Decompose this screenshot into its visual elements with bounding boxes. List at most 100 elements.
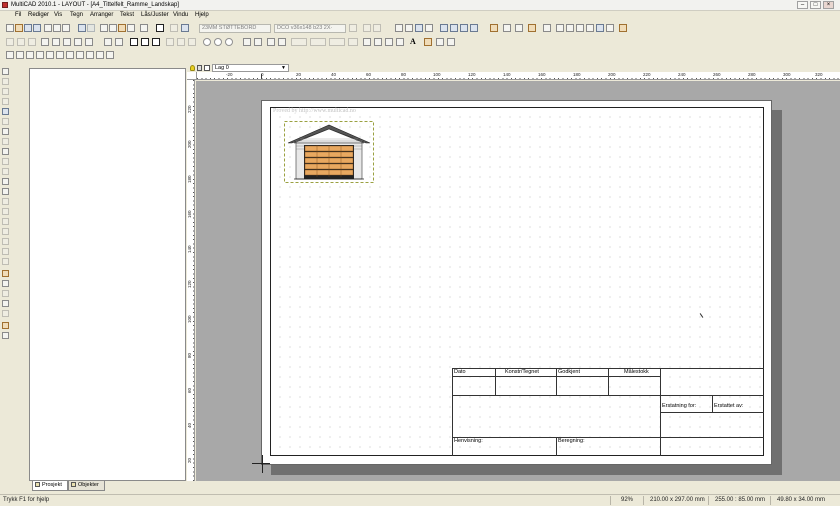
- app-icon[interactable]: [2, 2, 8, 8]
- rectangle-2-icon[interactable]: [141, 38, 149, 46]
- info-icon[interactable]: [170, 24, 178, 32]
- close-button[interactable]: ×: [823, 1, 834, 9]
- group-tool-icon[interactable]: [2, 208, 9, 215]
- object-5-icon[interactable]: [46, 51, 54, 59]
- star-icon[interactable]: [424, 38, 432, 46]
- object-icon[interactable]: [6, 51, 14, 59]
- paste-icon[interactable]: [118, 24, 126, 32]
- copy-icon[interactable]: [109, 24, 117, 32]
- object-2-icon[interactable]: [16, 51, 24, 59]
- paint-icon[interactable]: [528, 24, 536, 32]
- hatch-2-icon[interactable]: [374, 38, 382, 46]
- dimension-icon[interactable]: [291, 38, 307, 46]
- grid-2d-icon[interactable]: [373, 24, 381, 32]
- bezier-tool-icon[interactable]: [2, 98, 9, 105]
- move-right-icon[interactable]: [17, 38, 25, 46]
- axis-icon[interactable]: [425, 24, 433, 32]
- new-icon[interactable]: [6, 24, 14, 32]
- tab-prosjekt[interactable]: Prosjekt: [32, 481, 68, 491]
- object-9-icon[interactable]: [86, 51, 94, 59]
- door-icon[interactable]: [566, 24, 574, 32]
- menu-tekst[interactable]: Tekst: [120, 12, 134, 18]
- select-tool-icon[interactable]: [2, 68, 9, 75]
- show-grid-icon[interactable]: [405, 24, 413, 32]
- object-4-icon[interactable]: [36, 51, 44, 59]
- object-3-icon[interactable]: [26, 51, 34, 59]
- wall-tool-icon[interactable]: [2, 108, 9, 115]
- polyline-icon[interactable]: [267, 38, 275, 46]
- redo-icon[interactable]: [87, 24, 95, 32]
- cross-tool-icon[interactable]: [2, 158, 9, 165]
- object-11-icon[interactable]: [106, 51, 114, 59]
- page-setup-icon[interactable]: [62, 24, 70, 32]
- object-10-icon[interactable]: [96, 51, 104, 59]
- line-tool-icon[interactable]: [2, 78, 9, 85]
- material-select[interactable]: 23MM STØTTEBORD: [199, 24, 271, 33]
- roof-icon[interactable]: [596, 24, 604, 32]
- diamond-4-icon[interactable]: [85, 38, 93, 46]
- snap-icon[interactable]: [395, 24, 403, 32]
- object-7-icon[interactable]: [66, 51, 74, 59]
- array-tool-icon[interactable]: [2, 258, 9, 265]
- rectangle-3-icon[interactable]: [152, 38, 160, 46]
- bucket-tool-icon[interactable]: [2, 322, 9, 329]
- eraser-tool-icon[interactable]: [2, 290, 9, 297]
- menu-vindu[interactable]: Vindu: [173, 12, 188, 18]
- trim-icon[interactable]: [115, 38, 123, 46]
- lock-icon[interactable]: [197, 65, 202, 71]
- dimension-3-icon[interactable]: [329, 38, 345, 46]
- delete-icon[interactable]: [127, 24, 135, 32]
- grid-3d-icon[interactable]: [363, 24, 371, 32]
- menu-vis[interactable]: Vis: [54, 12, 62, 18]
- rectangle-icon[interactable]: [130, 38, 138, 46]
- text-tool-small-icon[interactable]: [2, 310, 9, 317]
- move-icon[interactable]: [6, 38, 14, 46]
- ungroup-tool-icon[interactable]: [2, 218, 9, 225]
- circle-icon[interactable]: [203, 38, 211, 46]
- arc-tool-icon[interactable]: [2, 88, 9, 95]
- zoom-out-icon[interactable]: [450, 24, 458, 32]
- open-icon[interactable]: [15, 24, 23, 32]
- undo-icon[interactable]: [78, 24, 86, 32]
- pen-tool-icon[interactable]: [2, 280, 9, 287]
- zoom-in-icon[interactable]: [440, 24, 448, 32]
- node-icon[interactable]: [41, 38, 49, 46]
- color-tool-icon[interactable]: [2, 270, 9, 277]
- column-icon[interactable]: [606, 24, 614, 32]
- stair-icon[interactable]: [586, 24, 594, 32]
- spline-icon[interactable]: [278, 38, 286, 46]
- diamond-2-icon[interactable]: [63, 38, 71, 46]
- minimize-button[interactable]: –: [797, 1, 808, 9]
- garage-drawing[interactable]: [284, 121, 374, 183]
- measure-tool-icon[interactable]: [2, 300, 9, 307]
- print-preview-icon[interactable]: [53, 24, 61, 32]
- align-tool-icon[interactable]: [2, 238, 9, 245]
- rect-tool-icon[interactable]: [2, 148, 9, 155]
- vertical-ruler[interactable]: 220 200 180 160 140 120 100 80 60 40 20: [187, 80, 195, 481]
- layers-2-icon[interactable]: [515, 24, 523, 32]
- object-6-icon[interactable]: [56, 51, 64, 59]
- wall-2-icon[interactable]: [556, 24, 564, 32]
- circle-3-icon[interactable]: [225, 38, 233, 46]
- arc-icon[interactable]: [243, 38, 251, 46]
- offset-tool-icon[interactable]: [2, 178, 9, 185]
- flag-icon[interactable]: [436, 38, 444, 46]
- object-8-icon[interactable]: [76, 51, 84, 59]
- save-icon[interactable]: [24, 24, 32, 32]
- hatch-icon[interactable]: [363, 38, 371, 46]
- distribute-tool-icon[interactable]: [2, 248, 9, 255]
- line-icon[interactable]: [104, 38, 112, 46]
- circle-2-icon[interactable]: [214, 38, 222, 46]
- cut-icon[interactable]: [100, 24, 108, 32]
- layout-icon[interactable]: [181, 24, 189, 32]
- rotate-icon[interactable]: [166, 38, 174, 46]
- window-icon[interactable]: [576, 24, 584, 32]
- menu-arranger[interactable]: Arranger: [90, 12, 113, 18]
- ruler-corner[interactable]: [187, 72, 197, 80]
- menu-tegn[interactable]: Tegn: [70, 12, 83, 18]
- tag-icon[interactable]: [447, 38, 455, 46]
- dimension-tool-icon[interactable]: [2, 128, 9, 135]
- pan-hand-icon[interactable]: [490, 24, 498, 32]
- layer-tool-icon[interactable]: [2, 188, 9, 195]
- fill-icon[interactable]: [396, 38, 404, 46]
